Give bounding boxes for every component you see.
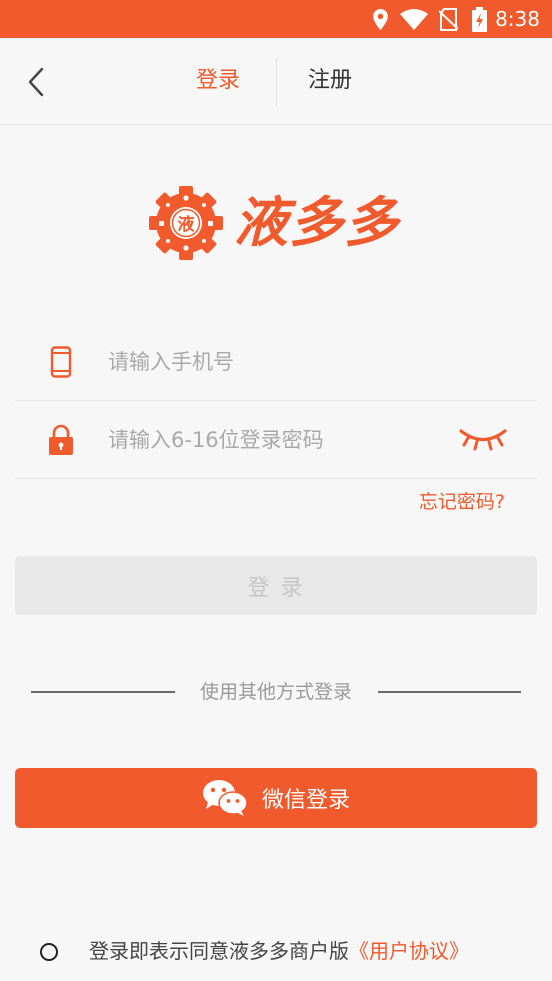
tab-divider bbox=[276, 58, 277, 106]
phone-divider bbox=[15, 400, 537, 401]
location-icon bbox=[373, 9, 388, 30]
agreement-label: 登录即表示同意液多多商户版 bbox=[89, 939, 349, 963]
header: 登录 注册 bbox=[0, 38, 552, 125]
eye-closed-icon[interactable] bbox=[458, 426, 508, 458]
status-bar: 8:38 bbox=[0, 0, 552, 38]
phone-icon bbox=[50, 346, 72, 378]
password-divider bbox=[15, 478, 537, 479]
logo-name: 液多多 bbox=[234, 191, 399, 254]
agreement-text: 登录即表示同意液多多商户版《用户协议》 bbox=[89, 937, 469, 965]
forgot-password-link[interactable]: 忘记密码? bbox=[419, 489, 505, 515]
alt-divider-left bbox=[31, 691, 175, 693]
wechat-login-button[interactable]: 微信登录 bbox=[15, 768, 537, 828]
phone-input[interactable] bbox=[108, 346, 438, 378]
chevron-left-icon bbox=[28, 67, 44, 97]
wifi-icon bbox=[400, 9, 428, 30]
wechat-icon bbox=[202, 780, 248, 816]
no-sim-icon bbox=[439, 8, 458, 31]
logo-gear-icon: 液 bbox=[148, 185, 224, 261]
logo-badge-text: 液 bbox=[178, 214, 195, 235]
user-agreement-link[interactable]: 《用户协议》 bbox=[349, 939, 469, 963]
lock-icon bbox=[48, 424, 74, 456]
wechat-login-label: 微信登录 bbox=[261, 788, 350, 813]
password-input[interactable] bbox=[108, 424, 438, 456]
status-time: 8:38 bbox=[495, 7, 540, 31]
alt-login-text: 使用其他方式登录 bbox=[199, 681, 352, 703]
tab-register[interactable]: 注册 bbox=[308, 66, 352, 96]
battery-charging-icon bbox=[472, 7, 487, 32]
back-button[interactable] bbox=[20, 62, 52, 102]
alt-divider-right bbox=[378, 691, 521, 693]
tab-login[interactable]: 登录 bbox=[196, 66, 240, 96]
login-button[interactable]: 登 录 bbox=[15, 556, 537, 615]
agreement-checkbox[interactable] bbox=[40, 943, 58, 961]
